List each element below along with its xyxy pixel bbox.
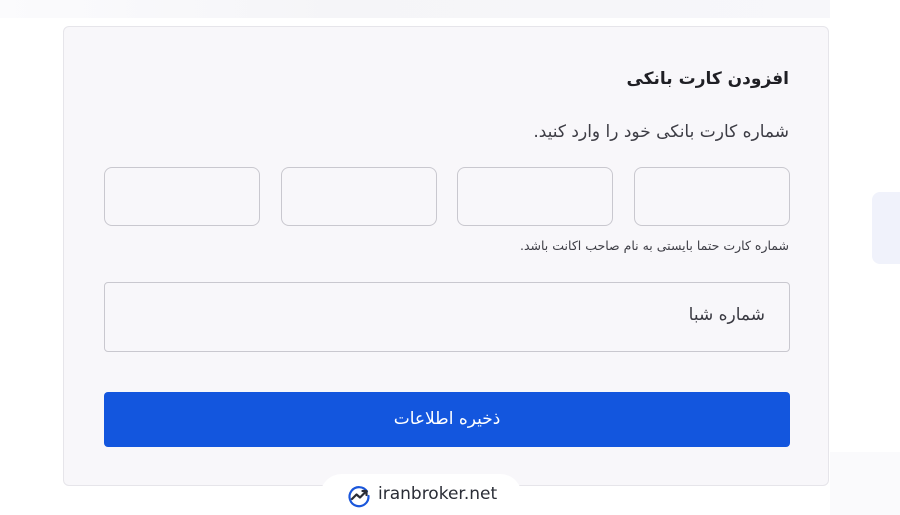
page: افزودن کارت بانکی شماره کارت بانکی خود ر…: [0, 0, 900, 515]
card-number-inputs: [104, 167, 790, 227]
sheba-input[interactable]: شماره شبا: [104, 282, 790, 352]
side-panel-edge: [872, 192, 900, 264]
form-title: افزودن کارت بانکی: [626, 69, 789, 89]
side-panel-edge-bottom: [830, 452, 900, 515]
add-bank-card-form: افزودن کارت بانکی شماره کارت بانکی خود ر…: [63, 26, 829, 486]
card-owner-hint: شماره کارت حتما بایستی به نام صاحب اکانت…: [519, 238, 789, 253]
trend-chart-icon: [348, 486, 370, 508]
form-subtitle: شماره کارت بانکی خود را وارد کنید.: [533, 122, 789, 142]
top-strip: [0, 0, 830, 18]
card-number-input-2[interactable]: [457, 167, 613, 226]
watermark: iranbroker.net: [320, 474, 522, 515]
save-button[interactable]: ذخیره اطلاعات: [104, 392, 790, 447]
card-number-input-1[interactable]: [634, 167, 790, 226]
card-number-input-4[interactable]: [104, 167, 260, 226]
card-number-input-3[interactable]: [281, 167, 437, 226]
sheba-placeholder: شماره شبا: [688, 305, 765, 325]
watermark-text: iranbroker.net: [378, 484, 498, 504]
